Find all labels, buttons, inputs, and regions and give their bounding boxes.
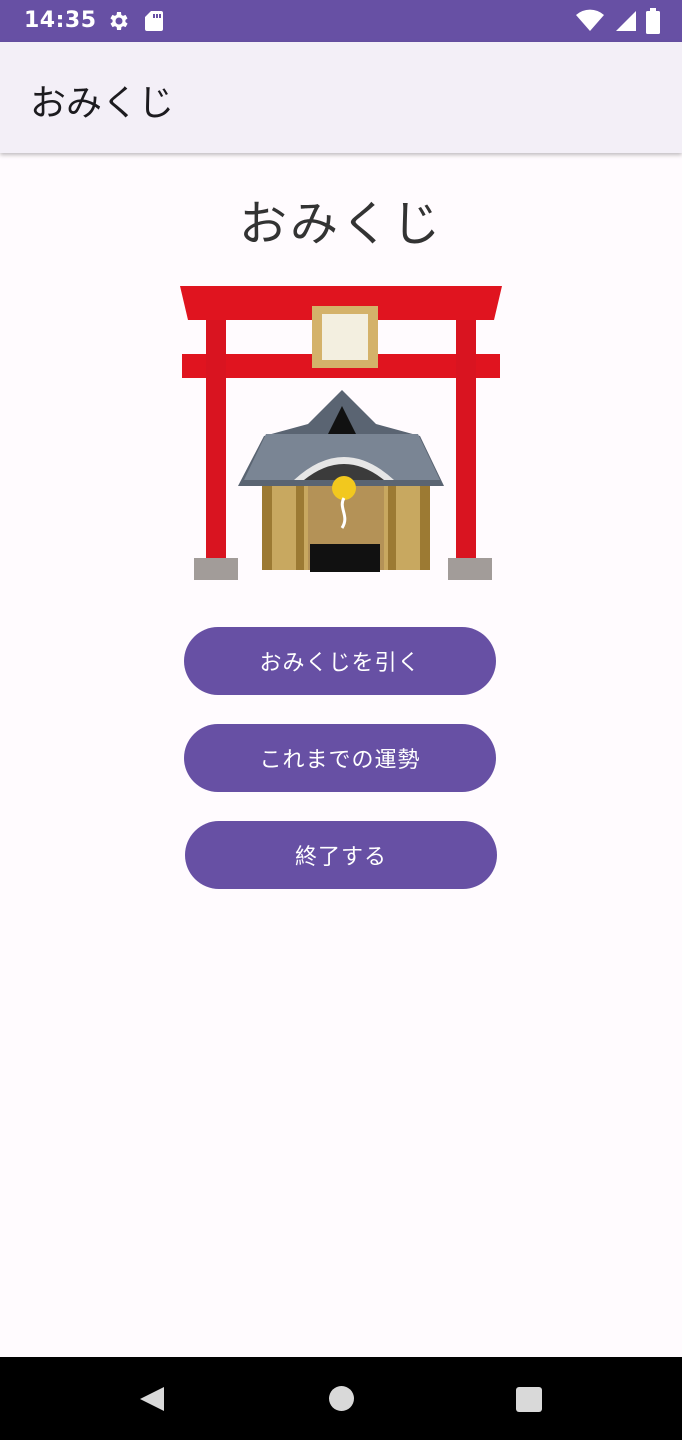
page-heading: おみくじ bbox=[238, 196, 443, 252]
wifi-icon bbox=[576, 9, 604, 31]
draw-omikuji-button[interactable]: おみくじを引く bbox=[184, 627, 496, 695]
back-icon[interactable] bbox=[138, 1385, 166, 1413]
app-bar: おみくじ bbox=[0, 42, 682, 153]
app-bar-title: おみくじ bbox=[30, 83, 175, 124]
status-right-icons bbox=[576, 8, 660, 34]
shrine-torii-illustration bbox=[180, 286, 502, 580]
home-icon[interactable] bbox=[328, 1385, 355, 1412]
status-time: 14:35 bbox=[24, 8, 97, 33]
status-bar: 14:35 bbox=[0, 0, 682, 42]
sd-card-icon bbox=[145, 11, 163, 31]
fortune-history-button[interactable]: これまでの運勢 bbox=[184, 724, 496, 792]
status-left-icons bbox=[106, 9, 164, 33]
exit-button[interactable]: 終了する bbox=[185, 821, 497, 889]
signal-icon bbox=[616, 11, 636, 31]
battery-icon bbox=[646, 8, 660, 34]
system-nav-bar bbox=[0, 1357, 682, 1440]
gear-icon bbox=[110, 12, 128, 30]
recents-icon[interactable] bbox=[515, 1386, 543, 1413]
